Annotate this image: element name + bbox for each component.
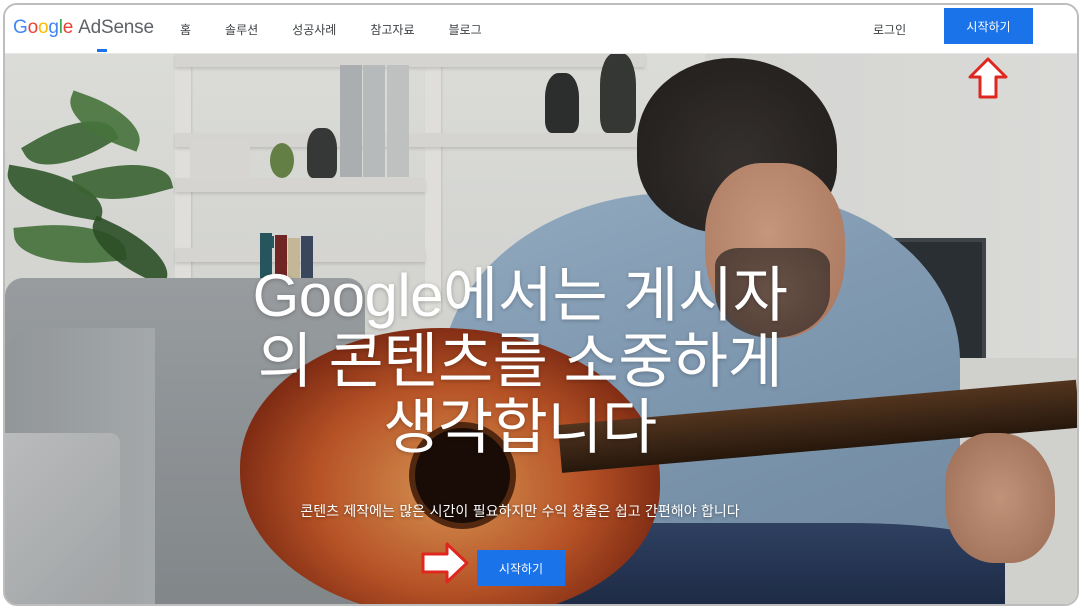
login-link[interactable]: 로그인 bbox=[873, 21, 906, 38]
top-header: Google AdSense 홈 솔루션 성공사례 참고자료 블로그 로그인 시작… bbox=[5, 5, 1077, 54]
browser-frame: Google AdSense 홈 솔루션 성공사례 참고자료 블로그 로그인 시작… bbox=[3, 3, 1079, 606]
nav-item-home[interactable]: 홈 bbox=[96, 21, 191, 52]
nav-item-success-stories[interactable]: 성공사례 bbox=[292, 21, 336, 38]
hero-title: Google에서는 게시자 의 콘텐츠를 소중하게 생각합니다 bbox=[252, 262, 788, 461]
hero-section: Google에서는 게시자 의 콘텐츠를 소중하게 생각합니다 콘텐츠 제작에는… bbox=[5, 53, 1077, 604]
nav-item-resources[interactable]: 참고자료 bbox=[370, 21, 414, 38]
nav-item-solutions[interactable]: 솔루션 bbox=[225, 21, 258, 38]
hero-start-button[interactable]: 시작하기 bbox=[477, 550, 565, 586]
main-nav: 홈 솔루션 성공사례 참고자료 블로그 bbox=[96, 21, 516, 52]
hero-subtitle: 콘텐츠 제작에는 많은 시간이 필요하지만 수익 창출은 쉽고 간편해야 합니다 bbox=[300, 504, 740, 520]
nav-item-blog[interactable]: 블로그 bbox=[449, 21, 482, 38]
adsense-logo[interactable]: Google AdSense bbox=[13, 17, 154, 39]
up-arrow-annotation-icon bbox=[968, 57, 1008, 99]
logo-product-name: AdSense bbox=[78, 17, 154, 38]
header-start-button[interactable]: 시작하기 bbox=[944, 8, 1033, 44]
right-arrow-annotation-icon bbox=[421, 542, 469, 584]
